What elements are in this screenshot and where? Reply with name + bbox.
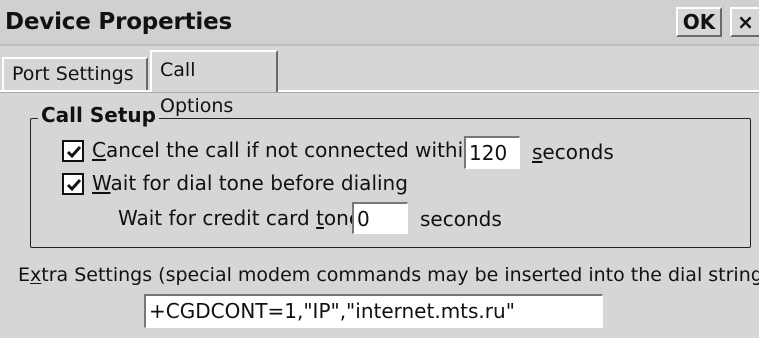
tab-strip-shadow [0, 92, 759, 93]
extra-settings-input[interactable]: +CGDCONT=1,"IP","internet.mts.ru" [144, 294, 603, 328]
tab-port-settings[interactable]: Port Settings [2, 57, 148, 91]
window-title: Device Properties [5, 9, 232, 35]
cancel-call-label[interactable]: Cancel the call if not connected within [92, 138, 476, 162]
credit-card-tone-unit: seconds [420, 207, 502, 231]
label-text: econds [542, 140, 614, 164]
extra-settings-label: Extra Settings (special modem commands m… [18, 264, 759, 286]
tab-label: Port Settings [12, 63, 134, 85]
tab-call-options[interactable]: Call Options [150, 50, 278, 117]
credit-card-tone-input[interactable]: 0 [352, 202, 408, 234]
access-key: s [532, 140, 543, 164]
access-key: t [316, 206, 324, 230]
label-text: E [18, 264, 31, 286]
credit-card-tone-label: Wait for credit card tone [118, 206, 361, 230]
call-setup-title: Call Setup [38, 103, 159, 127]
ok-button[interactable]: OK [676, 7, 722, 37]
access-key: C [92, 138, 106, 162]
tab-label: Call Options [160, 59, 234, 117]
checkmark-icon [66, 146, 82, 159]
label-text: Wait for credit card [118, 206, 317, 230]
wait-dial-tone-label[interactable]: Wait for dial tone before dialing [92, 171, 408, 195]
checkmark-icon [66, 179, 82, 192]
label-text: ait for dial tone before dialing [110, 171, 408, 195]
cancel-call-checkbox[interactable] [62, 140, 84, 162]
label-text: ancel the call if not connected within [105, 138, 476, 162]
connect-timeout-unit: seconds [532, 140, 614, 164]
connect-timeout-input[interactable]: 120 [464, 136, 520, 169]
access-key: W [92, 171, 111, 195]
wait-dial-tone-checkbox[interactable] [62, 173, 84, 195]
label-text: tra Settings (special modem commands may… [41, 264, 759, 286]
access-key: x [30, 264, 42, 286]
title-bar: Device Properties OK × [0, 0, 759, 46]
close-button[interactable]: × [730, 7, 759, 37]
